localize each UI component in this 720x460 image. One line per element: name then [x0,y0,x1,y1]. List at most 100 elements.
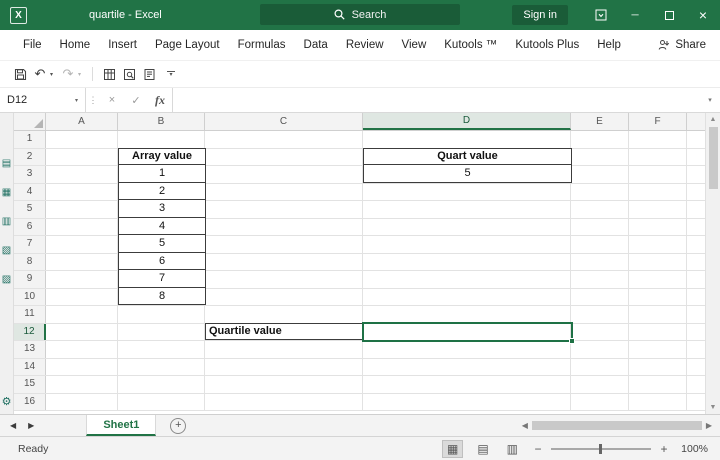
row-header-15[interactable]: 15 [14,376,46,393]
zoom-slider[interactable] [551,448,651,450]
tab-view[interactable]: View [393,30,436,60]
cell-D9[interactable] [363,271,571,288]
cell-F15[interactable] [629,376,687,393]
cell-E15[interactable] [571,376,629,393]
cell-E8[interactable] [571,254,629,271]
cell-E6[interactable] [571,219,629,236]
cell-E13[interactable] [571,341,629,358]
horizontal-scroll-thumb[interactable] [532,421,702,430]
cell-E3[interactable] [571,166,629,183]
qat-custom-button-2[interactable] [119,64,139,84]
cell-C16[interactable] [205,394,363,411]
page-break-view-button[interactable]: ▥ [503,441,522,457]
column-header-C[interactable]: C [205,113,363,130]
row-header-7[interactable]: 7 [14,236,46,253]
cell-D1[interactable] [363,131,571,148]
cell-E5[interactable] [571,201,629,218]
cell-E4[interactable] [571,184,629,201]
cell-C13[interactable] [205,341,363,358]
cell-F7[interactable] [629,236,687,253]
cell-B9[interactable]: 7 [118,270,206,288]
cell-F14[interactable] [629,359,687,376]
row-header-2[interactable]: 2 [14,149,46,166]
cell-C7[interactable] [205,236,363,253]
cell-E16[interactable] [571,394,629,411]
qat-custom-button-1[interactable] [99,64,119,84]
scroll-right-icon[interactable]: ▶ [706,421,712,430]
row-header-11[interactable]: 11 [14,306,46,323]
row-header-8[interactable]: 8 [14,254,46,271]
cell-B12[interactable] [118,324,205,341]
cell-A5[interactable] [46,201,118,218]
cell-E7[interactable] [571,236,629,253]
cell-F2[interactable] [629,149,687,166]
search-box[interactable]: Search [260,4,460,25]
row-header-14[interactable]: 14 [14,359,46,376]
cell-B15[interactable] [118,376,205,393]
select-all-corner[interactable] [14,113,46,130]
scroll-left-icon[interactable]: ◀ [522,421,528,430]
cell-B14[interactable] [118,359,205,376]
maximize-button[interactable] [652,0,686,30]
redo-button[interactable]: ↷ [58,64,78,84]
redo-dropdown[interactable]: ▾ [78,71,86,78]
tab-data[interactable]: Data [295,30,337,60]
cell-A8[interactable] [46,254,118,271]
pane-toggle-icon-2[interactable]: ▦ [2,188,11,198]
expand-formula-bar-button[interactable]: ▾ [700,88,720,112]
undo-dropdown[interactable]: ▾ [50,71,58,78]
pane-toggle-icon-3[interactable]: ▥ [2,217,11,227]
cell-B16[interactable] [118,394,205,411]
cell-D16[interactable] [363,394,571,411]
insert-function-button[interactable]: fx [148,93,172,108]
cell-F6[interactable] [629,219,687,236]
cell-D10[interactable] [363,289,571,306]
cell-F9[interactable] [629,271,687,288]
cell-D7[interactable] [363,236,571,253]
minimize-button[interactable]: ─ [618,0,652,30]
cell-D2-quart-header[interactable]: Quart value [363,148,572,166]
cell-D6[interactable] [363,219,571,236]
cell-A16[interactable] [46,394,118,411]
zoom-level[interactable]: 100% [680,443,708,455]
cell-A2[interactable] [46,149,118,166]
cell-C3[interactable] [205,166,363,183]
cell-D15[interactable] [363,376,571,393]
ribbon-display-options-button[interactable] [584,0,618,30]
cell-F12[interactable] [629,324,687,341]
cell-B4[interactable]: 2 [118,183,206,201]
vertical-scroll-thumb[interactable] [709,127,718,189]
pane-toggle-icon-5[interactable]: ▨ [2,275,11,285]
row-header-1[interactable]: 1 [14,131,46,148]
tab-home[interactable]: Home [51,30,100,60]
tab-sheet1[interactable]: Sheet1 [86,415,156,436]
cell-A4[interactable] [46,184,118,201]
cell-B10[interactable]: 8 [118,288,206,306]
cell-C5[interactable] [205,201,363,218]
zoom-slider-handle[interactable] [599,444,602,454]
row-header-4[interactable]: 4 [14,184,46,201]
cell-D8[interactable] [363,254,571,271]
cell-E12[interactable] [571,324,629,341]
tab-kutools-plus[interactable]: Kutools Plus [506,30,588,60]
page-layout-view-button[interactable]: ▤ [473,441,492,457]
scroll-down-icon[interactable]: ▼ [710,404,717,411]
horizontal-scrollbar[interactable]: ◀ ▶ [522,415,720,436]
cell-C9[interactable] [205,271,363,288]
cell-D4[interactable] [363,184,571,201]
cell-B8[interactable]: 6 [118,253,206,271]
previous-sheet-icon[interactable]: ◀ [10,421,16,430]
gear-icon[interactable]: ⚙ [2,395,12,408]
cell-C2[interactable] [205,149,363,166]
cell-B3[interactable]: 1 [118,165,206,183]
cell-A7[interactable] [46,236,118,253]
cell-A9[interactable] [46,271,118,288]
cell-B5[interactable]: 3 [118,200,206,218]
cell-C1[interactable] [205,131,363,148]
share-button[interactable]: Share [658,39,706,51]
selected-cell-D12[interactable] [362,322,573,343]
row-header-12[interactable]: 12 [14,324,46,341]
tab-help[interactable]: Help [588,30,630,60]
cell-B2-array-header[interactable]: Array value [118,148,206,166]
cell-A3[interactable] [46,166,118,183]
